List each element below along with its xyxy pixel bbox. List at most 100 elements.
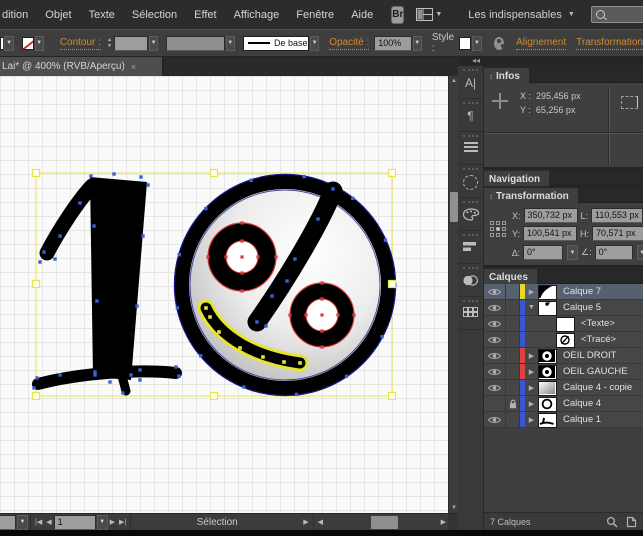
- scroll-right-icon[interactable]: ▶: [439, 518, 448, 526]
- artwork-10-smiley[interactable]: [0, 76, 448, 513]
- panel-icon-character[interactable]: A|: [458, 66, 483, 99]
- fill-color-dropdown[interactable]: ▼: [4, 35, 14, 51]
- selection-handle[interactable]: [31, 391, 41, 401]
- panel-collapse-icon[interactable]: ↕: [489, 192, 493, 201]
- lock-toggle[interactable]: [506, 412, 520, 427]
- visibility-toggle[interactable]: [484, 380, 506, 395]
- fill-color-swatch[interactable]: [0, 36, 4, 50]
- vertical-scroll-thumb[interactable]: [450, 192, 458, 222]
- expand-icon[interactable]: ▶: [525, 284, 538, 299]
- menu-item-dition[interactable]: dition: [2, 9, 28, 21]
- style-dropdown[interactable]: ▼: [472, 35, 482, 51]
- variable-width-dropdown[interactable]: ▼: [225, 35, 235, 51]
- layer-name[interactable]: <Texte>: [581, 316, 615, 331]
- locate-object-icon[interactable]: [606, 516, 618, 528]
- selection-handle[interactable]: [31, 168, 41, 178]
- scroll-left-icon[interactable]: ◀: [316, 518, 325, 526]
- brush-definition[interactable]: De base: [242, 35, 309, 51]
- align-link[interactable]: Alignement: [516, 37, 567, 50]
- layer-name[interactable]: OEIL DROIT: [563, 348, 617, 363]
- opacity-field[interactable]: 100%: [374, 35, 412, 51]
- transform-x-field[interactable]: 350,732 px: [523, 208, 578, 223]
- expand-icon[interactable]: ▶: [525, 396, 538, 411]
- prev-artboard-button[interactable]: ◀: [44, 518, 53, 526]
- stroke-weight-field[interactable]: [113, 35, 148, 51]
- stroke-weight-stepper[interactable]: ▲ ▼: [107, 37, 112, 49]
- bridge-button[interactable]: Br: [391, 5, 405, 24]
- selection-handle[interactable]: [387, 168, 397, 178]
- selection-handle[interactable]: [209, 168, 219, 178]
- opacity-dropdown[interactable]: ▼: [412, 35, 422, 51]
- shear-field[interactable]: 0°: [594, 245, 633, 260]
- layer-thumbnail[interactable]: [556, 333, 575, 348]
- panel-icon-align[interactable]: [458, 231, 483, 264]
- layer-row-oeil-gauche[interactable]: ▶ OEIL GAUCHE: [484, 364, 643, 380]
- shear-dropdown[interactable]: ▼: [636, 245, 643, 260]
- layer-row-texte[interactable]: <Texte>: [484, 316, 643, 332]
- search-box[interactable]: [590, 6, 643, 23]
- visibility-toggle[interactable]: [484, 300, 506, 315]
- brush-dropdown[interactable]: ▼: [309, 35, 320, 51]
- transform-link[interactable]: Transformation: [576, 37, 643, 50]
- layer-name[interactable]: Calque 4: [563, 396, 601, 411]
- layer-thumbnail[interactable]: [538, 397, 557, 412]
- visibility-toggle[interactable]: [484, 316, 506, 331]
- status-mode[interactable]: Sélection: [133, 517, 301, 528]
- menu-item-effet[interactable]: Effet: [194, 9, 216, 21]
- expand-icon[interactable]: ▼: [525, 300, 538, 315]
- transform-h-field[interactable]: 70,571 px: [592, 226, 643, 241]
- expand-icon[interactable]: ▶: [525, 412, 538, 427]
- selection-handle[interactable]: [387, 279, 397, 289]
- menu-item-objet[interactable]: Objet: [45, 9, 71, 21]
- layer-thumbnail[interactable]: [538, 381, 557, 396]
- search-input[interactable]: [607, 7, 643, 22]
- one-stem[interactable]: [90, 177, 147, 380]
- selection-handle[interactable]: [387, 391, 397, 401]
- close-icon[interactable]: ×: [131, 62, 136, 72]
- collapse-dock-icon[interactable]: ◂◂: [472, 56, 480, 65]
- lock-toggle[interactable]: [506, 300, 520, 315]
- opacity-label[interactable]: Opacité :: [329, 37, 370, 50]
- visibility-toggle[interactable]: [484, 364, 506, 379]
- visibility-toggle[interactable]: [484, 332, 506, 347]
- layer-name[interactable]: Calque 4 - copie: [563, 380, 632, 395]
- lock-toggle[interactable]: [506, 396, 520, 411]
- layer-thumbnail[interactable]: [538, 413, 557, 428]
- last-artboard-button[interactable]: ▶|: [117, 518, 128, 526]
- expand-icon[interactable]: ▶: [525, 348, 538, 363]
- visibility-toggle[interactable]: [484, 412, 506, 427]
- layer-row-calque-4[interactable]: ▶ Calque 4: [484, 396, 643, 412]
- layer-row-calque-4-copie[interactable]: ▶ Calque 4 - copie: [484, 380, 643, 396]
- menu-item-aide[interactable]: Aide: [351, 9, 373, 21]
- lock-toggle[interactable]: [506, 348, 520, 363]
- menu-item-texte[interactable]: Texte: [89, 9, 115, 21]
- stroke-color-dropdown[interactable]: ▼: [34, 35, 44, 51]
- layer-thumbnail[interactable]: [538, 285, 557, 300]
- transform-y-field[interactable]: 100,541 px: [523, 226, 578, 241]
- layer-thumbnail[interactable]: [538, 365, 557, 380]
- horizontal-scrollbar[interactable]: ◀ ▶: [315, 513, 448, 531]
- lock-toggle[interactable]: [506, 364, 520, 379]
- lock-toggle[interactable]: [506, 380, 520, 395]
- horizontal-scroll-thumb[interactable]: [370, 515, 398, 529]
- layer-name[interactable]: Calque 1: [563, 412, 601, 427]
- status-menu-icon[interactable]: ▶: [301, 518, 310, 526]
- stroke-color-swatch[interactable]: [21, 36, 34, 50]
- lock-toggle[interactable]: [506, 332, 520, 347]
- vertical-scrollbar[interactable]: ▲ ▼: [448, 76, 458, 513]
- lock-toggle[interactable]: [506, 316, 520, 331]
- layer-name[interactable]: Calque 7: [563, 284, 601, 299]
- workspace-switcher[interactable]: Les indispensables ▼: [468, 9, 575, 21]
- layer-name[interactable]: Calque 5: [563, 300, 601, 315]
- panel-icon-paragraph[interactable]: ¶: [458, 99, 483, 132]
- canvas[interactable]: [0, 76, 448, 513]
- selection-handle[interactable]: [31, 279, 41, 289]
- workspace-layout-icon[interactable]: ▼: [416, 8, 442, 21]
- panel-collapse-icon[interactable]: ↕: [489, 72, 493, 81]
- layer-row-calque-5[interactable]: ▼ Calque 5: [484, 300, 643, 316]
- layer-row-calque-7[interactable]: ▶ Calque 7: [484, 284, 643, 300]
- menu-item-affichage[interactable]: Affichage: [234, 9, 280, 21]
- next-artboard-button[interactable]: ▶: [108, 518, 117, 526]
- layer-row-trac[interactable]: <Tracé>: [484, 332, 643, 348]
- lock-toggle[interactable]: [506, 284, 520, 299]
